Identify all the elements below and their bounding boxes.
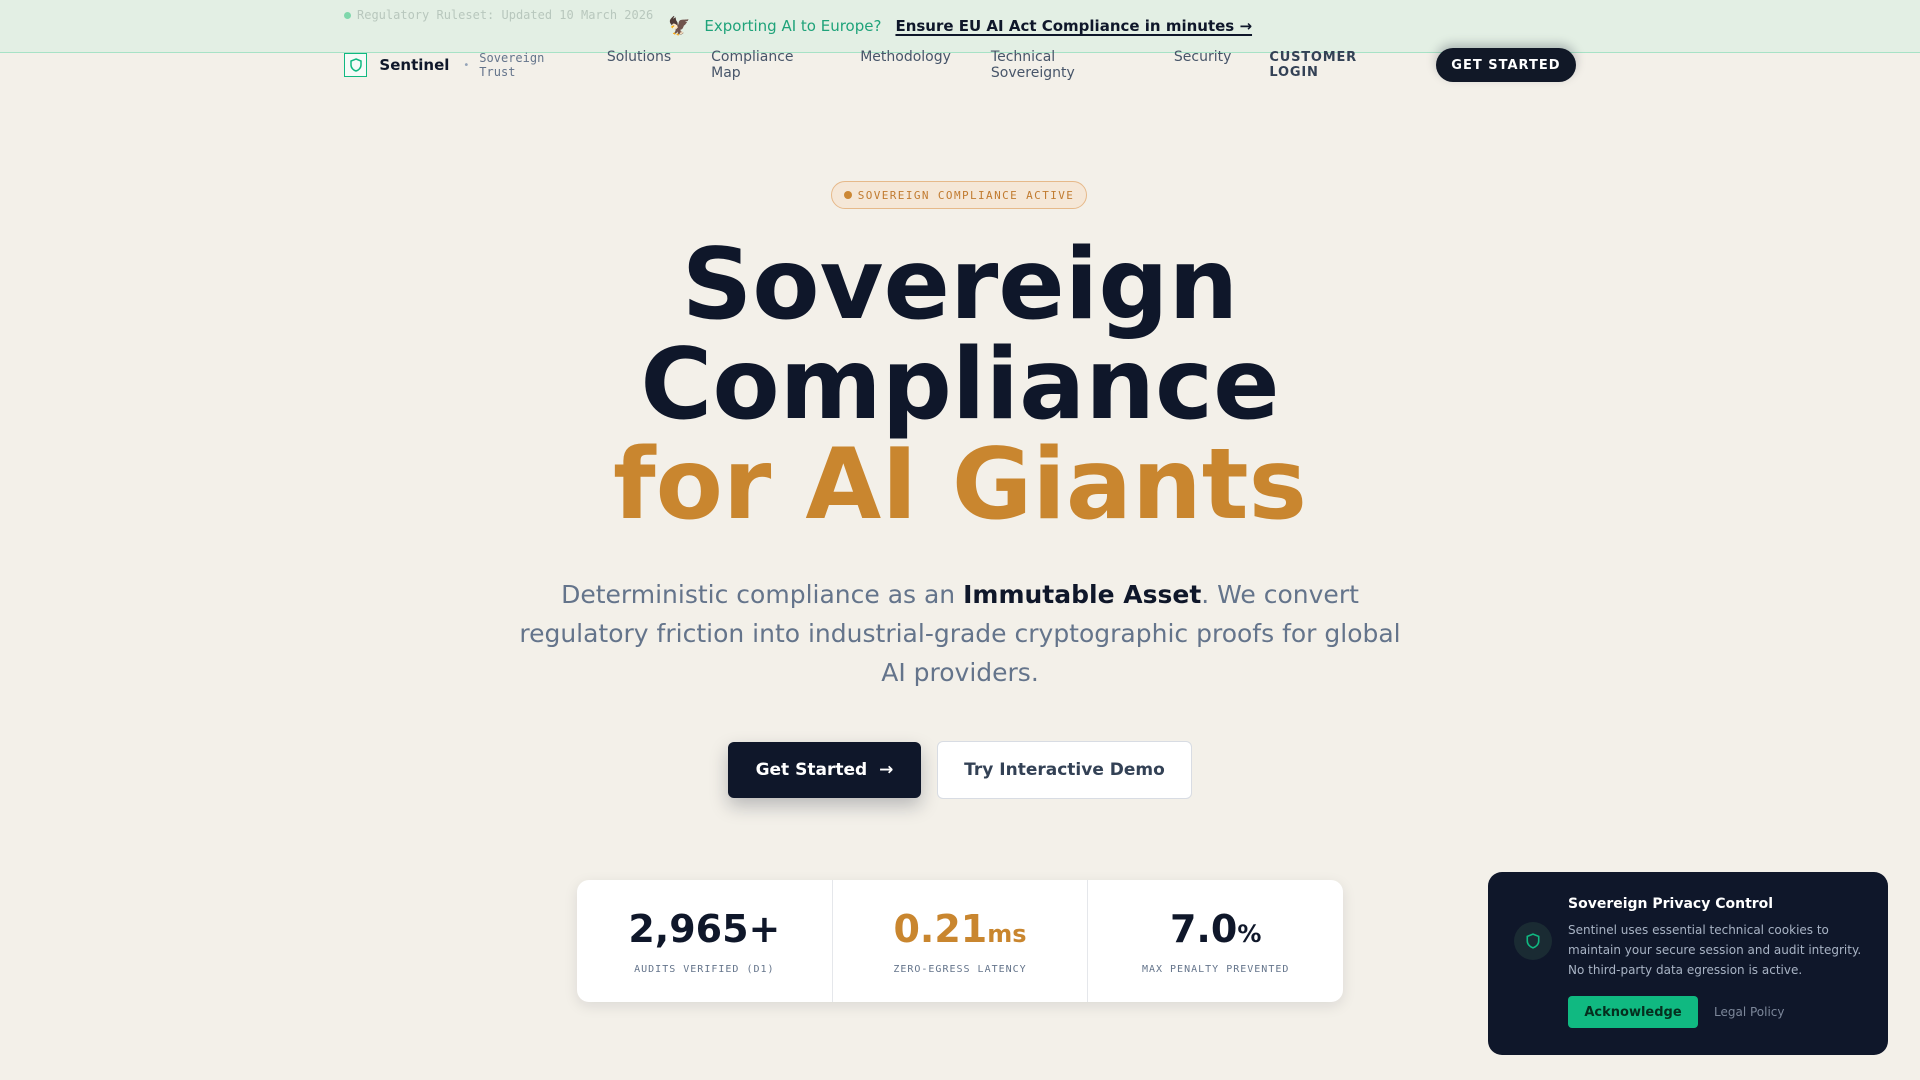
legal-policy-link[interactable]: Legal Policy — [1714, 1005, 1785, 1019]
get-started-button[interactable]: Get Started → — [728, 742, 921, 798]
hero-line-3: for AI Giants — [613, 428, 1307, 542]
nav-get-started-button[interactable]: GET STARTED — [1435, 48, 1576, 82]
nav-links: Solutions Compliance Map Methodology Tec… — [607, 49, 1232, 81]
stat-number: 7.0 — [1169, 907, 1238, 951]
badge-dot-icon — [843, 191, 852, 199]
stats-panel: 2,965+ AUDITS VERIFIED (D1) 0.21ms ZERO-… — [577, 880, 1343, 1002]
nav-link-solutions[interactable]: Solutions — [607, 49, 671, 81]
announcement-question: Exporting AI to Europe? — [704, 17, 882, 35]
get-started-label: Get Started — [755, 760, 868, 780]
nav-link-security[interactable]: Security — [1174, 49, 1232, 81]
nav-link-compliance-map[interactable]: Compliance Map — [711, 49, 820, 81]
shield-icon — [1514, 922, 1552, 960]
customer-login-link[interactable]: CUSTOMER LOGIN — [1269, 50, 1407, 80]
status-badge: SOVEREIGN COMPLIANCE ACTIVE — [831, 181, 1087, 209]
announcement-cta-link[interactable]: Ensure EU AI Act Compliance in minutes → — [895, 17, 1252, 35]
arrow-right-icon: → — [879, 760, 894, 780]
privacy-title: Sovereign Privacy Control — [1568, 896, 1774, 912]
hero-subtitle: Deterministic compliance as an Immutable… — [510, 575, 1410, 692]
stat-penalty: 7.0% MAX PENALTY PREVENTED — [1088, 880, 1343, 1002]
privacy-body: Sovereign Privacy Control Sentinel uses … — [1568, 896, 1864, 1055]
stat-audits: 2,965+ AUDITS VERIFIED (D1) — [577, 880, 833, 1002]
subtitle-text-start: Deterministic compliance as an — [561, 580, 964, 609]
brand-name[interactable]: Sentinel — [379, 56, 449, 74]
stat-value: 7.0% — [1170, 907, 1261, 956]
privacy-banner: Sovereign Privacy Control Sentinel uses … — [1488, 872, 1888, 1055]
privacy-actions: Acknowledge Legal Policy — [1568, 996, 1864, 1028]
shield-logo-icon[interactable] — [344, 53, 368, 77]
hero-line-2: Compliance — [640, 328, 1280, 442]
try-demo-button[interactable]: Try Interactive Demo — [937, 741, 1192, 799]
stat-latency: 0.21ms ZERO-EGRESS LATENCY — [833, 880, 1089, 1002]
stat-label: MAX PENALTY PREVENTED — [1141, 964, 1290, 975]
stat-value: 2,965+ — [628, 907, 780, 956]
eagle-icon: 🦅 — [667, 15, 691, 37]
main-nav: Sentinel • Sovereign Trust Solutions Com… — [344, 48, 1576, 82]
subtitle-emphasis: Immutable Asset — [963, 580, 1202, 609]
nav-separator: • — [463, 59, 470, 71]
stat-number: 0.21 — [893, 907, 988, 951]
badge-label: SOVEREIGN COMPLIANCE ACTIVE — [857, 188, 1075, 202]
acknowledge-button[interactable]: Acknowledge — [1568, 996, 1698, 1028]
ruleset-text: Regulatory Ruleset: Updated 10 March 202… — [357, 8, 654, 22]
ruleset-status: Regulatory Ruleset: Updated 10 March 202… — [344, 8, 653, 22]
stat-value: 0.21ms — [893, 907, 1026, 956]
stat-unit: ms — [987, 920, 1027, 948]
stat-number: 2,965+ — [628, 907, 781, 951]
brand-tagline: Sovereign Trust — [479, 51, 545, 79]
privacy-text: Sentinel uses essential technical cookie… — [1568, 923, 1862, 977]
stat-unit: % — [1237, 920, 1262, 948]
status-dot-icon — [344, 11, 351, 19]
hero-heading: Sovereign Compliance for AI Giants — [0, 235, 1920, 535]
hero-line-1: Sovereign — [681, 228, 1239, 342]
nav-link-technical-sovereignty[interactable]: Technical Sovereignty — [991, 49, 1134, 81]
announcement-bar: Regulatory Ruleset: Updated 10 March 202… — [0, 0, 1920, 53]
stat-label: ZERO-EGRESS LATENCY — [893, 964, 1027, 975]
nav-link-methodology[interactable]: Methodology — [860, 49, 951, 81]
stat-label: AUDITS VERIFIED (D1) — [634, 964, 775, 975]
